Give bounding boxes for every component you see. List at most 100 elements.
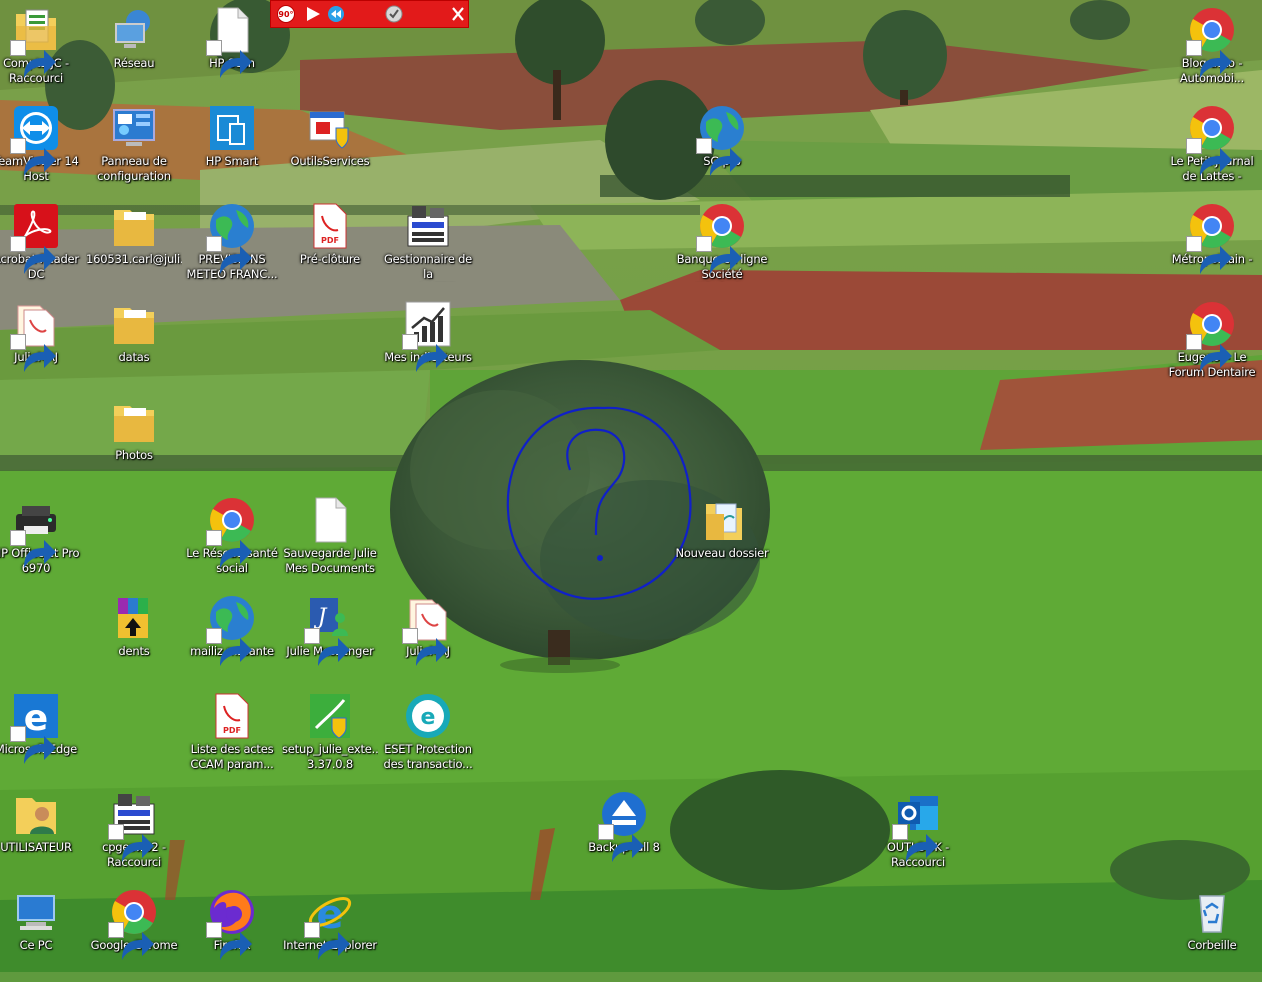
- desktop-icon-mailiz[interactable]: mailiz.mssante: [184, 592, 280, 688]
- desktop-icon-outlook[interactable]: OUTLOOK - Raccourci: [870, 788, 966, 884]
- desktop-icon-reseau[interactable]: Réseau: [86, 4, 182, 100]
- desktop-icon-acrobat[interactable]: Acrobat Reader DC: [0, 200, 84, 296]
- desktop-icon-compta[interactable]: Compta JC - Raccourci: [0, 4, 84, 100]
- desktop-icon-teamviewer[interactable]: TeamViewer 14 Host: [0, 102, 84, 198]
- desktop-icon-officejet[interactable]: HP OfficeJet Pro 6970: [0, 494, 84, 590]
- desktop-icon-metropolitain[interactable]: Métropolitain -: [1164, 200, 1260, 296]
- desktop-icon-juliemaj2[interactable]: JulieMAJ: [380, 592, 476, 688]
- desktop-icon-cpgesw32[interactable]: cpgesw32 - Raccourci: [86, 788, 182, 884]
- printer-icon: [10, 496, 60, 568]
- icon-label: HP Smart: [205, 154, 259, 168]
- desktop-icon-banque[interactable]: Banque en ligne Société Général...: [674, 200, 770, 296]
- teamviewer-icon: [10, 104, 60, 176]
- network-icon: [110, 6, 158, 54]
- desktop-icon-gestionnaire[interactable]: Gestionnaire de la carte CPS: [380, 200, 476, 296]
- backup-eject-icon: [598, 790, 648, 862]
- desktop-icon-panneau[interactable]: Panneau de configuration: [86, 102, 182, 198]
- svg-text:PDF: PDF: [223, 726, 241, 735]
- desktop-icon-carl[interactable]: 160531.carl@juli...: [86, 200, 182, 296]
- desktop-icon-ie[interactable]: e Internet Explorer: [282, 886, 378, 982]
- icon-label: Réseau: [113, 56, 155, 70]
- pdf-file-icon: PDF: [306, 202, 354, 250]
- rewind-icon[interactable]: [325, 4, 347, 24]
- icon-label: Sauvegarde Julie Mes Documents: [283, 546, 377, 575]
- icon-label: ESET Protection des transactio...: [383, 742, 473, 771]
- hp-smart-icon: [208, 104, 256, 152]
- icon-label: Panneau de configuration: [97, 154, 171, 183]
- desktop-icon-blogauto[interactable]: Blog auto - Automobi...: [1164, 4, 1260, 100]
- desktop-icon-cepc[interactable]: Ce PC: [0, 886, 84, 982]
- desktop-icon-corbeille[interactable]: Corbeille: [1164, 886, 1260, 982]
- edge-icon: e: [10, 692, 60, 764]
- acrobat-reader-icon: [10, 202, 60, 274]
- desktop-icon-nouveaudossier[interactable]: Nouveau dossier: [674, 494, 770, 590]
- drawn-question-annotation: [506, 406, 692, 600]
- firefox-icon: [206, 888, 256, 960]
- svg-text:e: e: [421, 705, 436, 730]
- icon-label: Photos: [115, 448, 153, 462]
- chrome-icon: [1186, 104, 1236, 176]
- desktop-icon-chrome[interactable]: Google Chrome: [86, 886, 182, 982]
- desktop-icon-outils[interactable]: OutilsServices: [282, 102, 378, 198]
- folder-icon: [110, 300, 158, 348]
- desktop-icon-sgpro[interactable]: SG pro: [674, 102, 770, 198]
- globe-icon: [206, 202, 256, 274]
- chart-icon: [402, 300, 452, 372]
- spreadsheet-shortcut-icon: [10, 6, 60, 78]
- desktop-icon-hpscan[interactable]: HP Scan: [184, 4, 280, 100]
- play-icon[interactable]: [302, 4, 324, 24]
- check-icon[interactable]: [383, 4, 405, 24]
- icon-label: Nouveau dossier: [675, 546, 769, 560]
- icon-label: 160531.carl@juli...: [86, 252, 182, 266]
- icon-label: setup_julie_exte... 3.37.0.8: [282, 742, 378, 771]
- desktop-icon-datas[interactable]: datas: [86, 298, 182, 394]
- blank-document-icon: [206, 6, 256, 78]
- winrar-archive-icon: [110, 594, 158, 642]
- desktop-icon-petitjournal[interactable]: Le Petit Journal de Lattes -: [1164, 102, 1260, 198]
- globe-icon: [206, 594, 256, 666]
- globe-icon: [696, 104, 746, 176]
- desktop-icon-hpsmart[interactable]: HP Smart: [184, 102, 280, 198]
- desktop-icon-juliemaj[interactable]: JulieMAJ: [0, 298, 84, 394]
- outlook-icon: [892, 790, 942, 862]
- messenger-icon: J: [304, 594, 354, 666]
- desktop-icon-sauvegarde[interactable]: Sauvegarde Julie Mes Documents: [282, 494, 378, 590]
- blank-document-icon: [306, 496, 354, 544]
- folder-icon: [698, 496, 746, 544]
- control-panel-icon: [110, 104, 158, 152]
- chrome-icon: [1186, 6, 1236, 78]
- chrome-icon: [206, 496, 256, 568]
- desktop-icon-eset[interactable]: e ESET Protection des transactio...: [380, 690, 476, 786]
- desktop-icon-indicateurs[interactable]: Mes indicateurs: [380, 298, 476, 394]
- chrome-icon: [696, 202, 746, 274]
- document-shortcut-icon: [10, 300, 60, 372]
- desktop-icon-setupjulie[interactable]: setup_julie_exte... 3.37.0.8: [282, 690, 378, 786]
- desktop-icon-listeactes[interactable]: PDF Liste des actes CCAM param...: [184, 690, 280, 786]
- desktop-icon-precloture[interactable]: PDF Pré-clôture: [282, 200, 378, 296]
- icon-label: Corbeille: [1187, 938, 1237, 952]
- computer-icon: [12, 888, 60, 936]
- recycle-bin-icon: [1188, 888, 1236, 936]
- desktop-icon-edge[interactable]: e Microsoft Edge: [0, 690, 84, 786]
- desktop-icon-eugenol[interactable]: Eugenol - Le Forum Dentaire: [1164, 298, 1260, 394]
- cps-tool-icon: [108, 790, 158, 862]
- icon-label: Gestionnaire de la carte CPS: [383, 252, 473, 281]
- desktop-icon-dents[interactable]: dents: [86, 592, 182, 688]
- folder-icon: [110, 398, 158, 446]
- user-folder-icon: [12, 790, 60, 838]
- desktop-icon-reseausante[interactable]: Le Réseau santé social: [184, 494, 280, 590]
- icon-label: OutilsServices: [290, 154, 370, 168]
- desktop-icon-photos[interactable]: Photos: [86, 396, 182, 492]
- desktop-icon-juliemessenger[interactable]: J Julie Messenger: [282, 592, 378, 688]
- desktop-icon-backup[interactable]: Backup4all 8: [576, 788, 672, 884]
- icon-label: datas: [118, 350, 150, 364]
- desktop-icon-firefox[interactable]: Firefox: [184, 886, 280, 982]
- desktop-icon-previsions[interactable]: PREVISIONS METEO FRANC...: [184, 200, 280, 296]
- svg-text:90°: 90°: [278, 10, 293, 19]
- desktop-icon-utilisateur[interactable]: UTILISATEUR: [0, 788, 84, 884]
- icon-label: Liste des actes CCAM param...: [190, 742, 274, 771]
- outils-services-icon: [306, 104, 354, 152]
- internet-explorer-icon: e: [304, 888, 354, 960]
- icon-label: Pré-clôture: [299, 252, 361, 266]
- close-icon[interactable]: [447, 4, 469, 24]
